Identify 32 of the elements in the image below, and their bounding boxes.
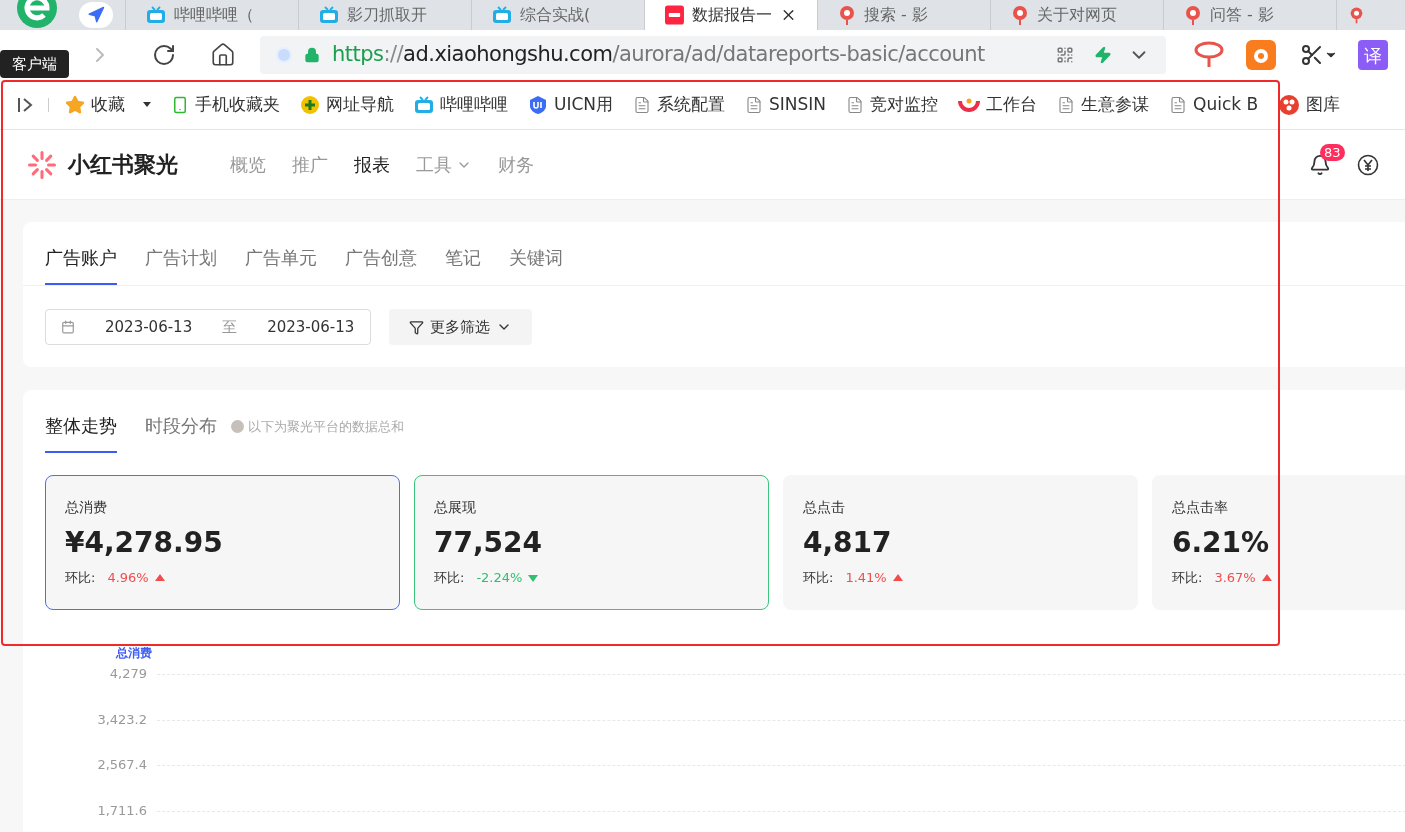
change-label: 环比:: [1172, 569, 1203, 587]
tab-title: 关于对网页: [1037, 4, 1117, 26]
metric-value: 6.21%: [1172, 526, 1271, 560]
notification-badge: 83: [1320, 143, 1345, 161]
change-value: 3.67%: [1214, 569, 1256, 587]
tab-title: 影刀抓取开: [347, 4, 427, 26]
metric-title: 总展现: [434, 498, 477, 517]
metric-title: 总消费: [65, 498, 108, 517]
url-text: https://ad.xiaohongshu.com/aurora/ad/datareports-basic/account: [332, 41, 985, 69]
trend-note: 以下为聚光平台的数据总和: [248, 417, 404, 436]
change-value: -2.24%: [476, 569, 523, 587]
axis-label: 3,423.2: [96, 710, 147, 729]
metric-title: 总点击率: [1172, 498, 1229, 517]
tab-title: 数据报告一: [691, 4, 772, 26]
axis-label: 2,567.4: [96, 756, 147, 774]
tooltip: 客户端: [0, 50, 69, 78]
change-label: 环比:: [434, 569, 465, 587]
change-value: 1.41%: [845, 569, 887, 587]
metric-value: ¥4,278.95: [65, 526, 224, 560]
tab-title: 搜索 - 影: [864, 4, 928, 26]
axis-label: 1,711.6: [96, 801, 147, 820]
axis-label: 4,279: [108, 665, 147, 683]
brand-name: 小红书聚光: [68, 151, 178, 179]
tab-title: 综合实战(: [520, 4, 591, 26]
change-value: 4.96%: [107, 569, 149, 587]
change-label: 环比:: [803, 569, 834, 587]
metric-value: 77,524: [434, 526, 544, 560]
metric-title: 总点击: [803, 498, 846, 517]
change-label: 环比:: [65, 569, 96, 587]
tab-title: 问答 - 影: [1210, 4, 1274, 26]
metric-value: 4,817: [803, 526, 893, 560]
tab-title: 哔哩哔哩（: [174, 4, 254, 26]
